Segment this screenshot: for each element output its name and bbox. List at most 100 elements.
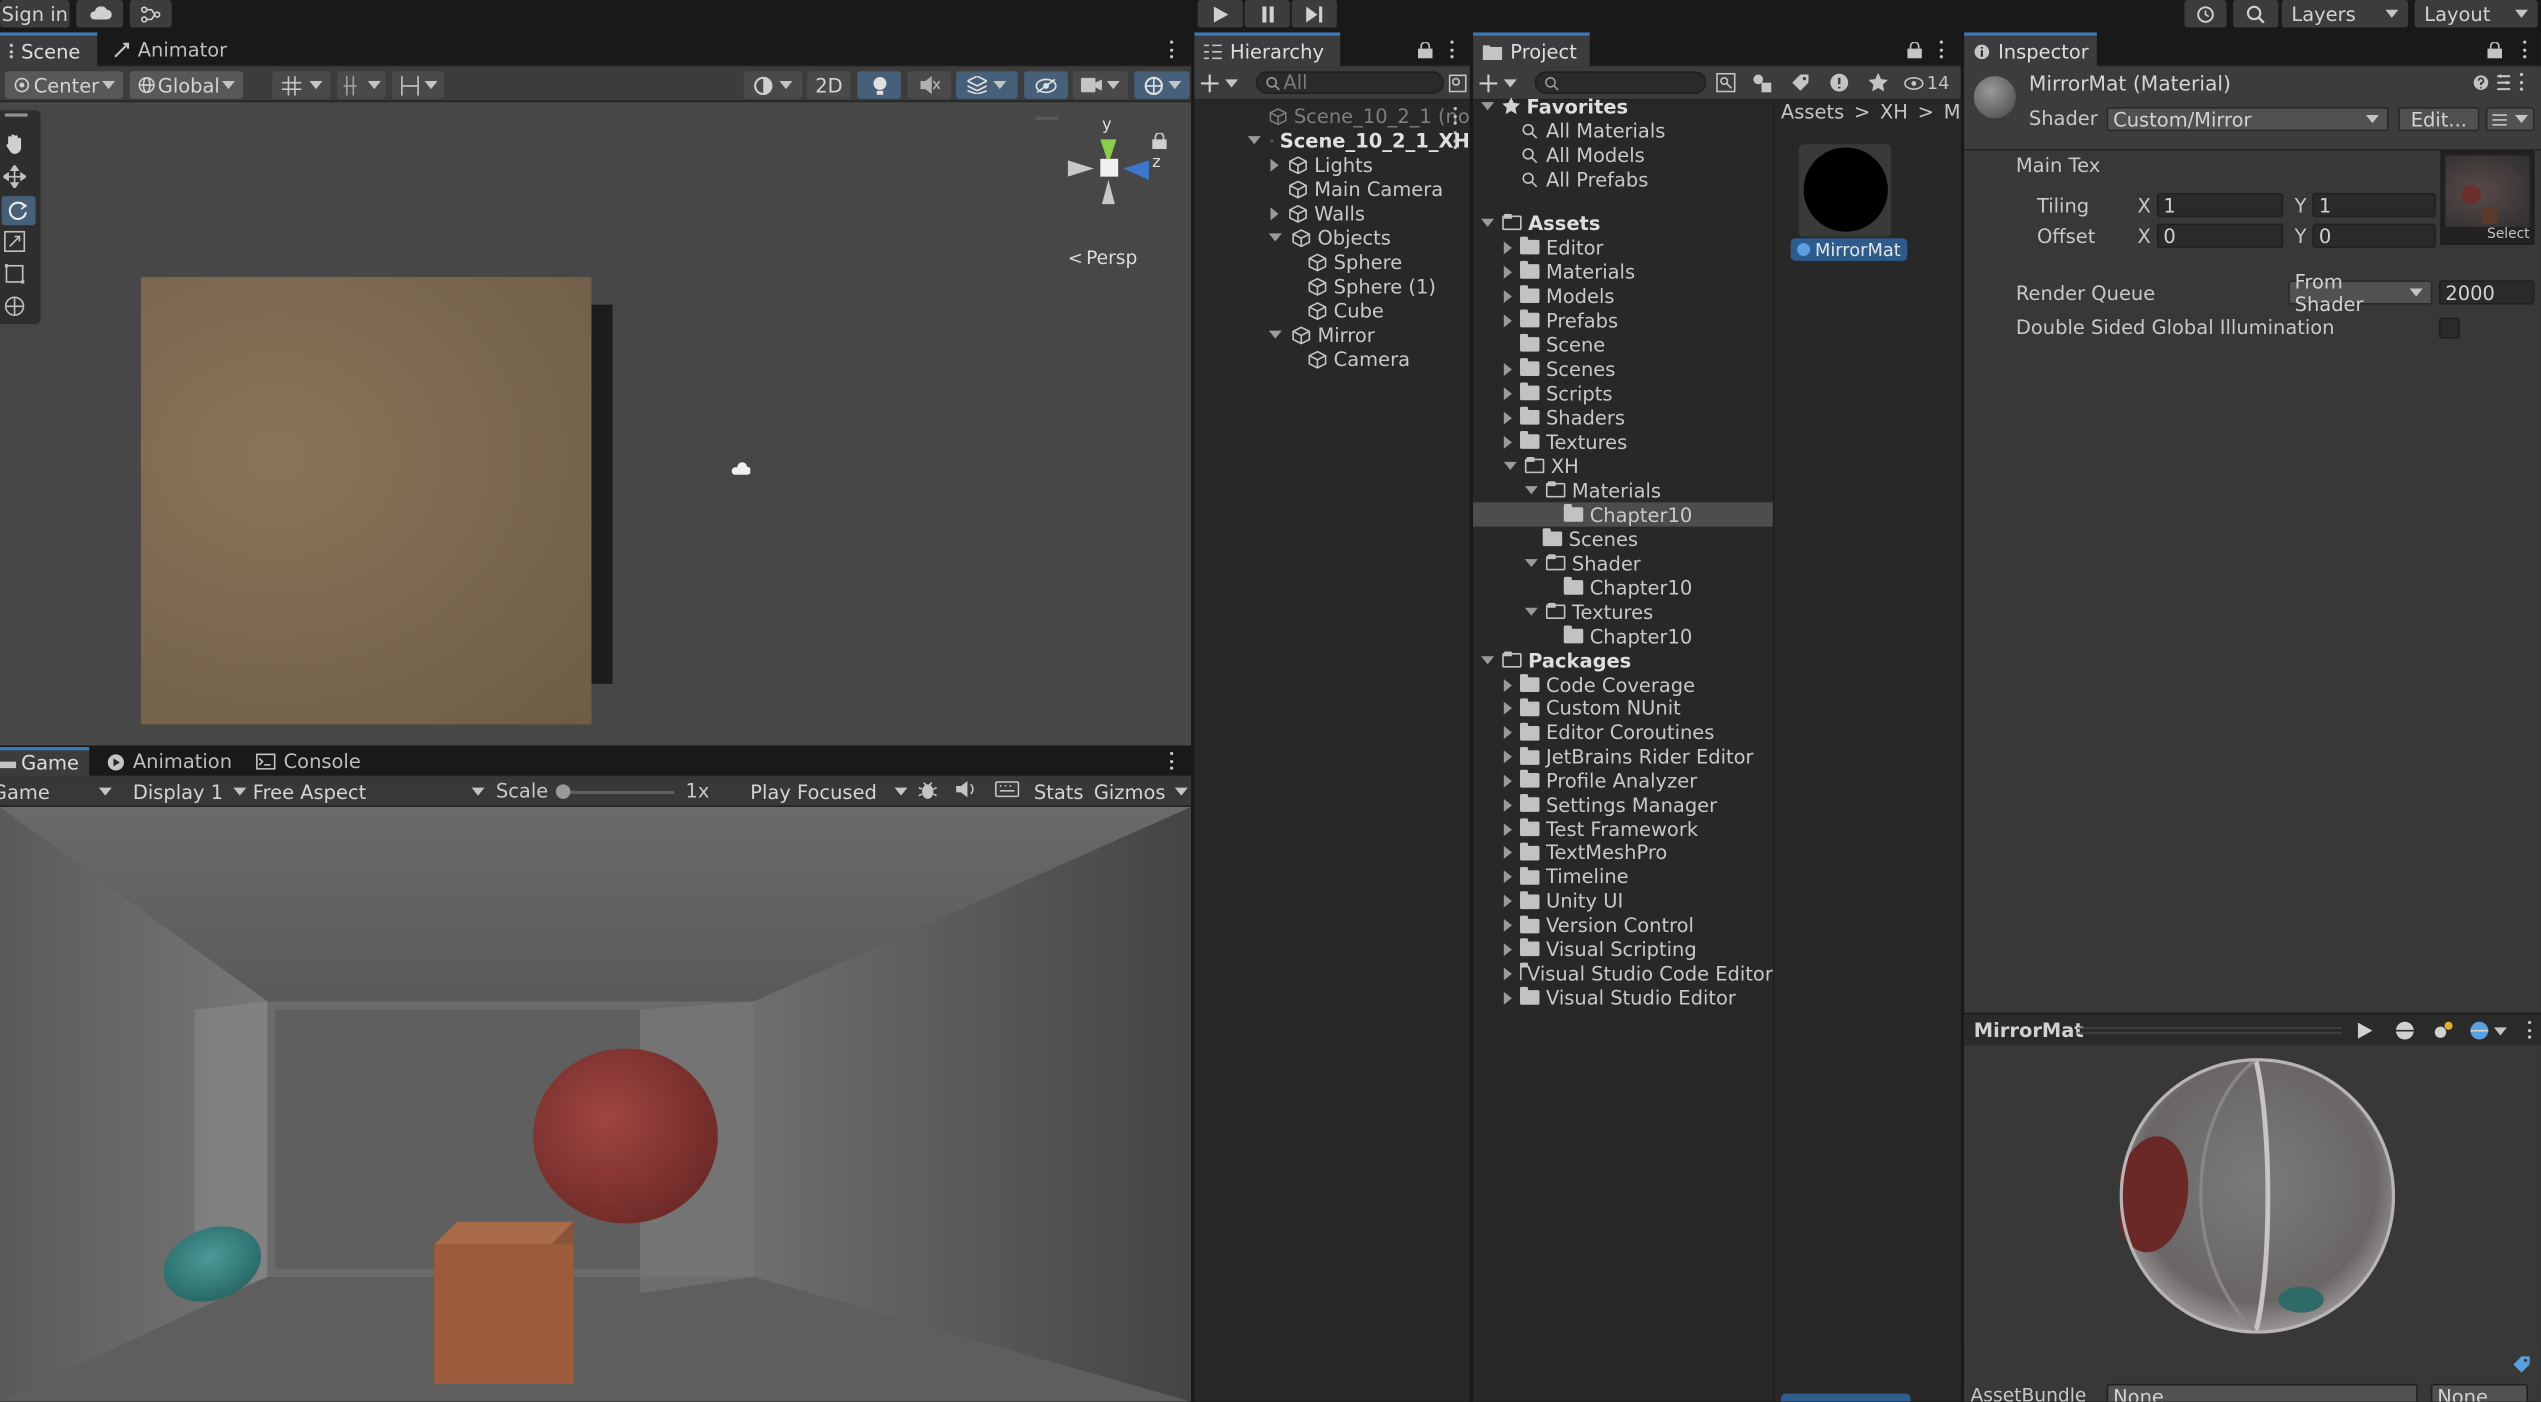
- lock-icon[interactable]: [2487, 42, 2503, 59]
- folder-item-selected[interactable]: Chapter10: [1473, 502, 1773, 527]
- render-queue-dropdown[interactable]: From Shader: [2288, 270, 2433, 315]
- edit-shader-button[interactable]: Edit...: [2398, 106, 2480, 132]
- hierarchy-item[interactable]: Objects: [1194, 225, 1469, 249]
- tiling-x-field[interactable]: 1: [2156, 192, 2284, 218]
- mute-audio-toggle[interactable]: [956, 779, 982, 803]
- package-item[interactable]: Editor Coroutines: [1473, 721, 1773, 745]
- layout-dropdown[interactable]: Layout: [2414, 0, 2538, 28]
- grid-snap-button[interactable]: [272, 71, 331, 99]
- tab-scene[interactable]: Scene: [0, 32, 98, 67]
- hierarchy-item[interactable]: Scene_10_2_1 (no: [1194, 104, 1470, 128]
- scene-menu-icon[interactable]: [1170, 40, 1175, 59]
- tiling-y-field[interactable]: 1: [2312, 192, 2436, 218]
- hierarchy-item[interactable]: Main Camera: [1194, 177, 1469, 201]
- stats-button[interactable]: Stats: [1034, 776, 1084, 807]
- light-gizmo-icon[interactable]: [731, 462, 751, 478]
- folder-item[interactable]: Shader: [1473, 551, 1773, 575]
- header-menu-icon[interactable]: [2519, 72, 2525, 91]
- expand-arrow-icon[interactable]: [1268, 330, 1282, 339]
- expand-arrow-icon[interactable]: [1524, 486, 1538, 495]
- expand-arrow-icon[interactable]: [1503, 264, 1512, 278]
- package-item[interactable]: Code Coverage: [1473, 673, 1773, 697]
- search-button[interactable]: [2233, 0, 2279, 28]
- pivot-dropdown[interactable]: Center: [4, 71, 124, 99]
- align-button[interactable]: [392, 71, 445, 99]
- favorite-item[interactable]: All Models: [1473, 143, 1773, 167]
- move-tool-button[interactable]: [3, 165, 34, 193]
- tab-inspector[interactable]: Inspector: [1964, 32, 2097, 67]
- package-item[interactable]: Visual Studio Editor: [1473, 985, 1773, 1009]
- search-by-type-icon[interactable]: [1716, 72, 1736, 93]
- star-icon[interactable]: [1868, 72, 1888, 92]
- folder-item[interactable]: Scripts: [1473, 381, 1773, 405]
- audio-toggle[interactable]: [907, 71, 952, 99]
- breadcrumb-item[interactable]: XH: [1880, 100, 1908, 123]
- cloud-button[interactable]: [76, 0, 124, 28]
- shader-dropdown[interactable]: Custom/Mirror: [2106, 106, 2389, 132]
- expand-arrow-icon[interactable]: [1503, 991, 1512, 1004]
- expand-arrow-icon[interactable]: [1503, 461, 1517, 470]
- package-item[interactable]: Visual Scripting: [1473, 937, 1773, 961]
- lock-icon[interactable]: [1417, 42, 1433, 59]
- hierarchy-item[interactable]: Mirror: [1194, 322, 1469, 346]
- folder-item[interactable]: Editor: [1473, 235, 1773, 259]
- expand-arrow-icon[interactable]: [1503, 822, 1512, 836]
- expand-arrow-icon[interactable]: [1524, 559, 1538, 568]
- folder-item[interactable]: Shaders: [1473, 405, 1773, 429]
- scene-wall-object[interactable]: [140, 277, 592, 725]
- asset-thumbnail[interactable]: [1798, 144, 1892, 237]
- create-button[interactable]: [1200, 71, 1246, 95]
- hierarchy-menu-icon[interactable]: [1450, 40, 1455, 59]
- package-item[interactable]: JetBrains Rider Editor: [1473, 745, 1773, 769]
- render-queue-field[interactable]: 2000: [2438, 280, 2535, 305]
- play-button[interactable]: [1197, 0, 1243, 28]
- expand-arrow-icon[interactable]: [1247, 136, 1261, 145]
- camera-settings-button[interactable]: [1072, 71, 1128, 99]
- gizmos-toggle[interactable]: [1134, 71, 1190, 99]
- rect-tool-button[interactable]: [3, 263, 34, 291]
- expand-arrow-icon[interactable]: [1503, 362, 1512, 376]
- package-item[interactable]: Timeline: [1473, 865, 1773, 889]
- favorites-header[interactable]: Favorites: [1473, 94, 1773, 118]
- expand-arrow-icon[interactable]: [1503, 966, 1512, 980]
- visibility-toggle[interactable]: [1024, 71, 1068, 99]
- expand-arrow-icon[interactable]: [1270, 157, 1279, 171]
- expand-arrow-icon[interactable]: [1503, 798, 1512, 812]
- expand-arrow-icon[interactable]: [1524, 607, 1538, 616]
- folder-item[interactable]: Materials: [1473, 259, 1773, 283]
- item-menu-icon[interactable]: [1453, 131, 1459, 150]
- expand-arrow-icon[interactable]: [1503, 774, 1512, 788]
- package-item[interactable]: Settings Manager: [1473, 793, 1773, 817]
- folder-item[interactable]: Materials: [1473, 478, 1773, 502]
- lighting-toggle[interactable]: [857, 71, 901, 99]
- expand-arrow-icon[interactable]: [1503, 702, 1512, 716]
- project-menu-icon[interactable]: [1939, 40, 1945, 59]
- aspect-dropdown[interactable]: Free Aspect: [253, 776, 485, 807]
- folder-item[interactable]: XH: [1473, 454, 1773, 478]
- package-item[interactable]: Custom NUnit: [1473, 697, 1773, 721]
- hierarchy-item[interactable]: Lights: [1194, 152, 1469, 176]
- expand-arrow-icon[interactable]: [1503, 313, 1512, 327]
- inspector-menu-icon[interactable]: [2523, 40, 2528, 59]
- expand-arrow-icon[interactable]: [1503, 846, 1512, 860]
- offset-y-field[interactable]: 0: [2312, 223, 2436, 248]
- preview-light-icon[interactable]: [2434, 1021, 2453, 1040]
- tab-animator[interactable]: Animator: [104, 32, 234, 66]
- preset-icon[interactable]: [2496, 74, 2512, 91]
- package-item[interactable]: Test Framework: [1473, 817, 1773, 841]
- folder-item[interactable]: Models: [1473, 284, 1773, 308]
- mode-2d-button[interactable]: 2D: [807, 71, 851, 99]
- effects-toggle[interactable]: [956, 71, 1018, 99]
- breadcrumb-item[interactable]: Mate: [1944, 100, 1961, 123]
- tab-hierarchy[interactable]: Hierarchy: [1194, 32, 1341, 67]
- shading-mode-button[interactable]: [743, 71, 803, 99]
- sphere-mesh-icon[interactable]: [2395, 1021, 2414, 1040]
- expand-arrow-icon[interactable]: [1503, 386, 1512, 400]
- snap-increment-button[interactable]: [337, 71, 386, 99]
- scale-slider[interactable]: [555, 784, 675, 799]
- hand-tool-button[interactable]: [3, 133, 34, 161]
- package-item[interactable]: Profile Analyzer: [1473, 769, 1773, 793]
- expand-arrow-icon[interactable]: [1481, 218, 1495, 227]
- scene-viewport[interactable]: y z < Persp: [0, 103, 1192, 746]
- package-item[interactable]: Version Control: [1473, 913, 1773, 937]
